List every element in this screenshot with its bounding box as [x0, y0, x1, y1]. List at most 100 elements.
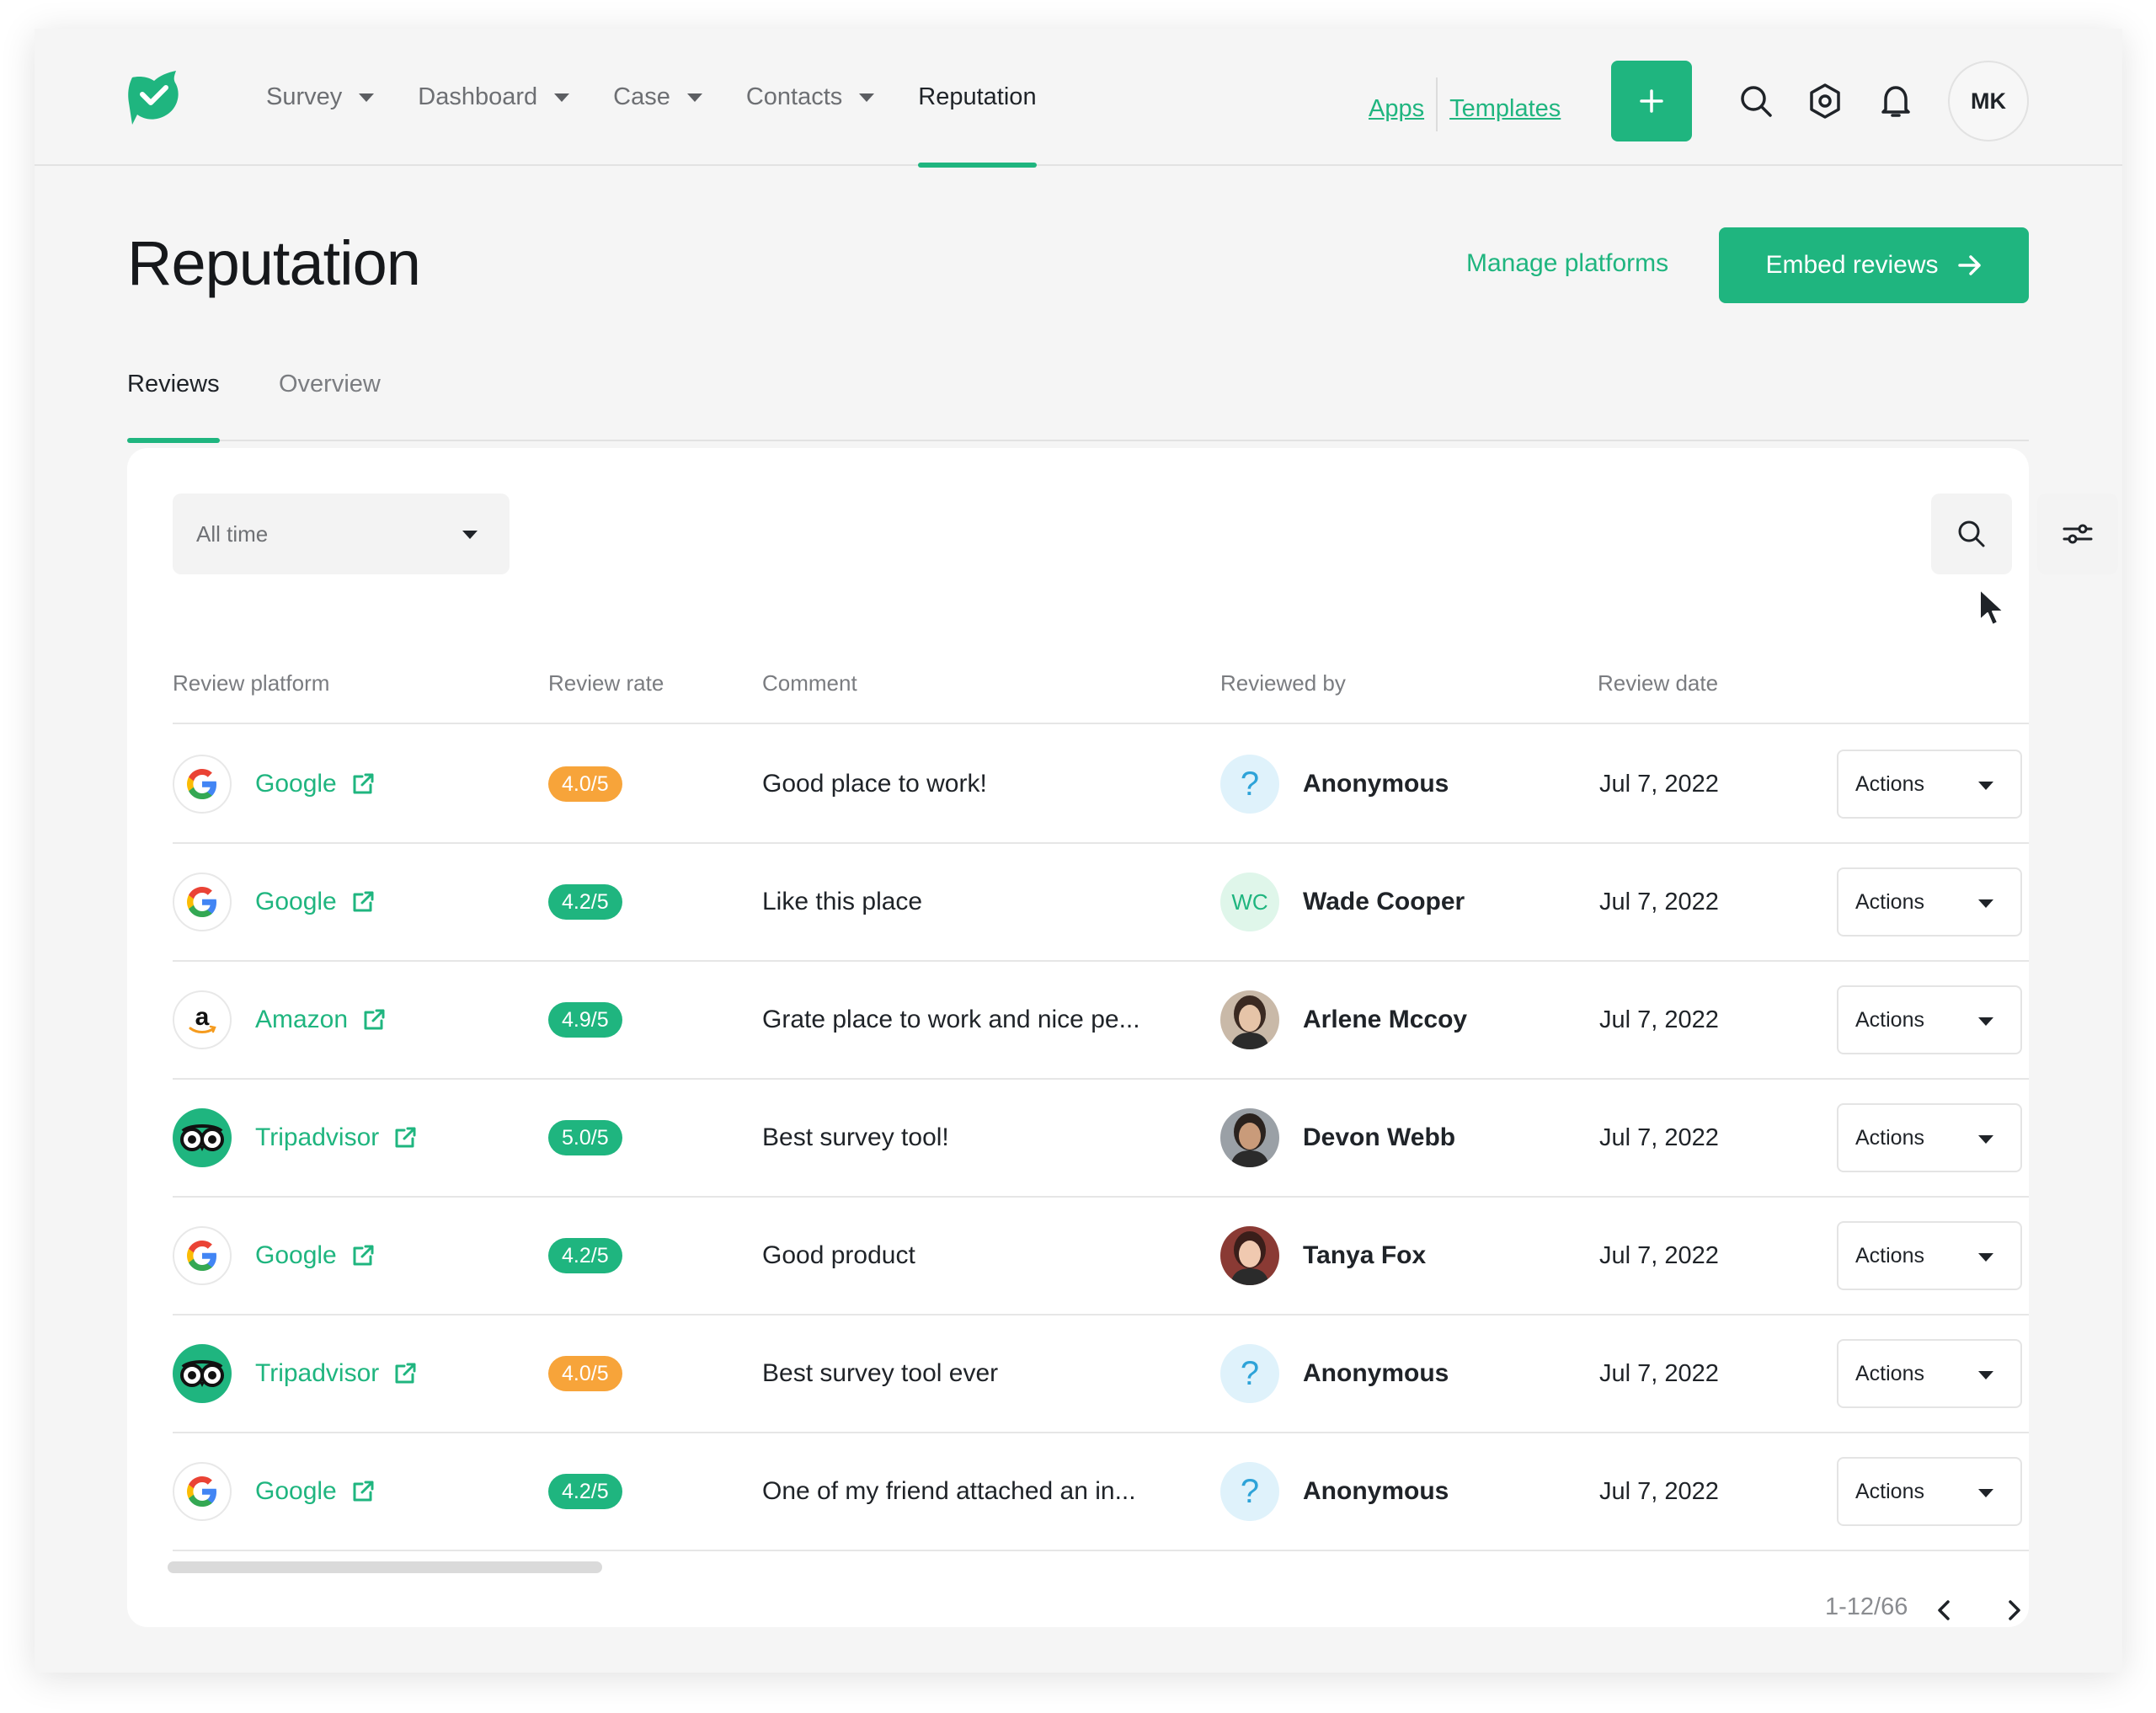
- embed-reviews-button[interactable]: Embed reviews: [1719, 227, 2029, 303]
- date-cell: Jul 7, 2022: [1599, 1198, 1719, 1314]
- row-actions-dropdown[interactable]: Actions: [1837, 867, 2022, 937]
- caret-down-icon: [686, 93, 702, 102]
- table-row[interactable]: a Amazon 4.9/5 Grate place to work and nice…: [173, 962, 2029, 1080]
- external-link-icon[interactable]: [392, 1125, 418, 1150]
- external-link-icon[interactable]: [350, 771, 376, 797]
- external-link-icon[interactable]: [350, 1479, 376, 1504]
- main-nav: Survey Dashboard Case Contacts Reputation: [266, 29, 1081, 168]
- manage-platforms-link[interactable]: Manage platforms: [1466, 249, 1668, 278]
- photo-avatar: [1220, 1226, 1279, 1285]
- photo-avatar: [1220, 990, 1279, 1049]
- caret-down-icon: [1978, 1489, 1993, 1497]
- platform-cell: Google: [173, 726, 376, 842]
- reviewer-cell: ? Anonymous: [1220, 726, 1449, 842]
- apps-link[interactable]: Apps: [1369, 95, 1424, 123]
- external-link-icon[interactable]: [350, 889, 376, 915]
- nav-item-label: Survey: [266, 83, 343, 110]
- platform-name-link[interactable]: Google: [255, 1241, 337, 1270]
- pagination-range: 1-12/66: [1825, 1593, 1908, 1620]
- nav-item-reputation[interactable]: Reputation: [918, 29, 1037, 168]
- google-logo: [173, 1462, 232, 1521]
- platform-name-link[interactable]: Tripadvisor: [255, 1123, 379, 1152]
- chevron-right-icon[interactable]: [1999, 1593, 2029, 1627]
- table-row[interactable]: Google 4.2/5 Good product Tanya Fox Jul 7, 2…: [173, 1198, 2029, 1315]
- templates-link[interactable]: Templates: [1449, 95, 1561, 123]
- date-cell: Jul 7, 2022: [1599, 962, 1719, 1078]
- reviewer-name: Anonymous: [1303, 770, 1449, 798]
- reviewer-cell: Arlene Mccoy: [1220, 962, 1467, 1078]
- question-mark-icon: ?: [1240, 1472, 1260, 1510]
- nav-item-survey[interactable]: Survey: [266, 29, 375, 166]
- row-actions-dropdown[interactable]: Actions: [1837, 1339, 2022, 1408]
- row-actions-dropdown[interactable]: Actions: [1837, 1221, 2022, 1290]
- tab-overview[interactable]: Overview: [279, 371, 381, 398]
- page-title: Reputation: [127, 228, 421, 298]
- google-logo-icon: [187, 887, 216, 917]
- time-range-select[interactable]: All time: [173, 494, 510, 574]
- row-actions-dropdown[interactable]: Actions: [1837, 985, 2022, 1054]
- platform-name-link[interactable]: Google: [255, 888, 337, 916]
- create-new-button[interactable]: [1611, 61, 1692, 141]
- tab-reviews[interactable]: Reviews: [127, 371, 220, 398]
- review-date: Jul 7, 2022: [1599, 1241, 1719, 1269]
- external-link-icon[interactable]: [361, 1007, 387, 1033]
- actions-label: Actions: [1855, 1361, 1924, 1385]
- nav-item-contacts[interactable]: Contacts: [746, 29, 875, 166]
- review-date: Jul 7, 2022: [1599, 888, 1719, 915]
- google-logo: [173, 755, 232, 814]
- reviewer-cell: ? Anonymous: [1220, 1433, 1449, 1550]
- review-date: Jul 7, 2022: [1599, 770, 1719, 798]
- platform-name-link[interactable]: Google: [255, 1477, 337, 1506]
- column-header[interactable]: Review platform: [173, 670, 329, 696]
- bell-icon[interactable]: [1876, 81, 1916, 121]
- date-cell: Jul 7, 2022: [1599, 726, 1719, 842]
- time-range-value: All time: [196, 520, 269, 547]
- rate-badge: 4.0/5: [548, 766, 622, 802]
- caret-down-icon: [554, 93, 570, 102]
- external-link-icon[interactable]: [350, 1243, 376, 1268]
- search-icon[interactable]: [1736, 81, 1776, 121]
- comment-text: Good place to work!: [762, 770, 987, 798]
- table-row[interactable]: Tripadvisor 5.0/5 Best survey tool! Devon W…: [173, 1080, 2029, 1198]
- question-mark-icon: ?: [1240, 765, 1260, 803]
- table-search-button[interactable]: [1931, 494, 2012, 574]
- row-actions-dropdown[interactable]: Actions: [1837, 1103, 2022, 1172]
- nav-item-dashboard[interactable]: Dashboard: [418, 29, 570, 166]
- column-header[interactable]: Review rate: [548, 670, 664, 696]
- comment-cell: Best survey tool!: [762, 1080, 949, 1196]
- horizontal-scrollbar[interactable]: [168, 1561, 602, 1573]
- platform-name-link[interactable]: Amazon: [255, 1006, 348, 1034]
- date-cell: Jul 7, 2022: [1599, 844, 1719, 960]
- table-row[interactable]: Google 4.0/5 Good place to work!? Anonymous…: [173, 726, 2029, 844]
- chevron-left-icon[interactable]: [1929, 1593, 1960, 1627]
- column-header[interactable]: Review date: [1598, 670, 1718, 696]
- svg-text:a: a: [195, 1003, 210, 1031]
- external-link-icon[interactable]: [392, 1361, 418, 1386]
- table-row[interactable]: Tripadvisor 4.0/5 Best survey tool ever? An…: [173, 1315, 2029, 1433]
- mouse-cursor-icon: [1979, 589, 2004, 626]
- page-tabs: Reviews Overview: [127, 344, 2029, 443]
- embed-reviews-label: Embed reviews: [1765, 251, 1939, 279]
- platform-name-link[interactable]: Tripadvisor: [255, 1359, 379, 1388]
- settings-hexagon-icon[interactable]: [1805, 81, 1845, 121]
- rate-badge: 4.2/5: [548, 1474, 622, 1509]
- table-row[interactable]: Google 4.2/5 One of my friend attached an …: [173, 1433, 2029, 1551]
- platform-name-link[interactable]: Google: [255, 770, 337, 798]
- tripadvisor-logo: [173, 1108, 232, 1167]
- reviewer-name: Anonymous: [1303, 1359, 1449, 1387]
- filter-settings-button[interactable]: [2037, 494, 2118, 574]
- table-header: Review platform Review rate Comment Reviewe…: [173, 657, 2029, 724]
- row-actions-dropdown[interactable]: Actions: [1837, 750, 2022, 819]
- comment-cell: Good place to work!: [762, 726, 987, 842]
- column-header[interactable]: Reviewed by: [1220, 670, 1346, 696]
- row-actions-dropdown[interactable]: Actions: [1837, 1457, 2022, 1526]
- reviewer-photo: [1220, 990, 1279, 1049]
- nav-item-case[interactable]: Case: [613, 29, 702, 166]
- column-header[interactable]: Comment: [762, 670, 857, 696]
- amazon-logo-icon: a: [189, 1003, 216, 1033]
- brand-logo-icon[interactable]: [125, 66, 186, 130]
- user-avatar[interactable]: MK: [1948, 61, 2029, 141]
- platform-cell: Tripadvisor: [173, 1315, 418, 1432]
- table-row[interactable]: Google 4.2/5 Like this place WC Wade Cooper J…: [173, 844, 2029, 962]
- nav-item-label: Reputation: [918, 83, 1037, 110]
